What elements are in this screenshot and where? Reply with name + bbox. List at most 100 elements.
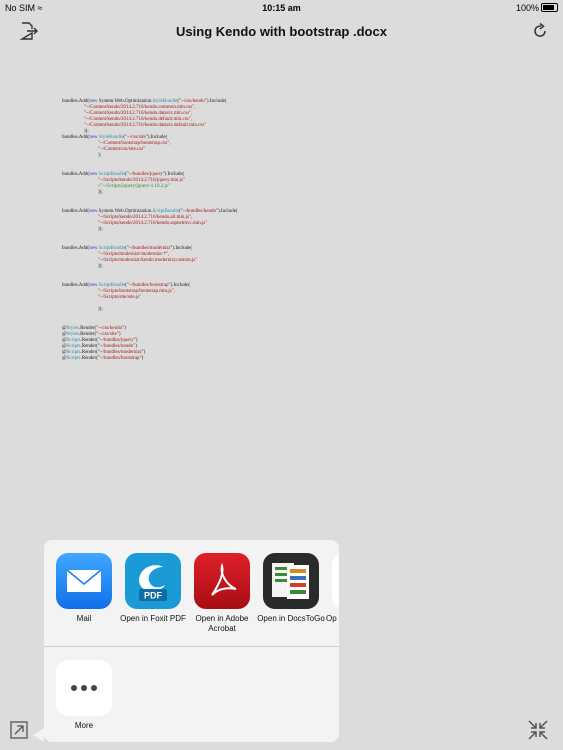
share-apps-row: Mail PDF Open in Foxit PDF Open in Adobe… bbox=[44, 540, 339, 647]
partial-app-icon bbox=[332, 553, 339, 609]
code-token: System.Web.Optimization. bbox=[97, 209, 153, 214]
code-token: ~/bundles/kendo bbox=[182, 209, 216, 214]
code-token: ~/bundles/bootstrap bbox=[99, 356, 140, 361]
code-block: bundles.Add(new ScriptBundle("~/bundles/… bbox=[62, 246, 362, 270]
code-token: ~/css/site bbox=[127, 135, 146, 140]
code-token: )); bbox=[98, 307, 103, 312]
code-block: bundles.Add(new System.Web.Optimization.… bbox=[62, 209, 362, 233]
share-docstogo-button[interactable]: Open in DocsToGo bbox=[256, 553, 326, 624]
battery-icon bbox=[541, 3, 558, 12]
code-token: bundles.Add( bbox=[62, 135, 90, 140]
code-token: ~/bundles/bootstrap bbox=[128, 283, 169, 288]
code-token: "~/Content/kendo/2014.2.716/kendo.datavi… bbox=[84, 123, 207, 128]
code-token: ~/bundles/jquery bbox=[99, 338, 134, 343]
app-label: Op bbox=[326, 614, 337, 623]
code-token: ") bbox=[141, 350, 146, 355]
code-token: ~/bundles/kendo bbox=[99, 344, 134, 349]
battery-status: 100% bbox=[516, 3, 558, 13]
code-token: ~/css/kendo bbox=[98, 326, 123, 331]
code-token: ").Include( bbox=[215, 209, 238, 214]
navigation-bar: Using Kendo with bootstrap .docx bbox=[0, 16, 563, 46]
code-token: ScriptBundle bbox=[152, 209, 179, 214]
code-token: ScriptBundle bbox=[98, 246, 126, 251]
code-block: bundles.Add(new System.Web.Optimization.… bbox=[62, 99, 362, 159]
code-token: ").Include( bbox=[204, 99, 227, 104]
code-token: "~/Scripts/site/site.js" bbox=[98, 295, 142, 300]
document-title: Using Kendo with bootstrap .docx bbox=[176, 24, 387, 39]
code-token: ~/bundles/jquery bbox=[128, 172, 163, 177]
code-line: ); bbox=[62, 153, 362, 159]
code-token: ") bbox=[133, 344, 137, 349]
code-token: )); bbox=[98, 264, 103, 269]
code-token: StyleBundle bbox=[98, 135, 124, 140]
foxit-pdf-icon: PDF bbox=[125, 553, 181, 609]
code-token: //"~/Scripts/jquery/jquery-1.10.2.js" bbox=[98, 184, 170, 189]
code-token: ScriptBundle bbox=[98, 172, 126, 177]
refresh-icon[interactable] bbox=[531, 22, 549, 40]
code-token: "~/Scripts/kendo/2014.2.716/kendo.aspnet… bbox=[98, 221, 208, 226]
code-token: ~/css/kendo bbox=[181, 99, 205, 104]
share-sheet: Mail PDF Open in Foxit PDF Open in Adobe… bbox=[44, 540, 339, 742]
code-token: .Render(" bbox=[80, 356, 100, 361]
collapse-icon[interactable] bbox=[527, 719, 549, 741]
code-token: ") bbox=[139, 356, 144, 361]
code-token: ~/bundles/modernizr bbox=[128, 246, 171, 251]
code-token: "~/Scripts/kendo/2014.2.716/jquery.min.j… bbox=[98, 178, 186, 183]
more-label: More bbox=[74, 721, 94, 730]
code-token: Styles bbox=[66, 332, 79, 337]
svg-text:PDF: PDF bbox=[144, 591, 163, 601]
share-mail-button[interactable]: Mail bbox=[49, 553, 119, 624]
status-time: 10:15 am bbox=[262, 3, 301, 13]
code-token: Scripts bbox=[66, 350, 81, 355]
code-token: "~/Scripts/modernizr/kendo.modernizr.cus… bbox=[98, 258, 198, 263]
code-token: .Render(" bbox=[80, 344, 100, 349]
code-token: .Render(" bbox=[78, 332, 99, 337]
code-token: ") bbox=[133, 338, 138, 343]
code-line: )); bbox=[62, 307, 362, 313]
share-sheet-arrow bbox=[33, 728, 44, 742]
app-label: Open in Foxit PDF bbox=[120, 614, 186, 623]
code-token: "~/Content/kendo/2014.2.716/kendo.datavi… bbox=[84, 111, 193, 116]
code-block: @Styles.Render("~/css/kendo") @Styles.Ren… bbox=[62, 326, 362, 362]
code-token: "~/Scripts/kendo/2014.2.716/kendo.all.mi… bbox=[98, 215, 193, 220]
code-token: ); bbox=[98, 153, 102, 158]
share-adobe-button[interactable]: Open in Adobe Acrobat bbox=[187, 553, 257, 634]
share-actions-row: More bbox=[44, 647, 339, 742]
more-dots-icon bbox=[56, 660, 112, 716]
code-line: )); bbox=[62, 227, 362, 233]
code-token: .Render(" bbox=[78, 326, 99, 331]
code-token: "~/Content/bootstrap/bootstrap.css", bbox=[98, 141, 171, 146]
code-token: Scripts bbox=[66, 344, 81, 349]
code-token: "~/Content/css/site.css" bbox=[98, 147, 146, 152]
code-token: "~/Content/kendo/2014.2.716/kendo.common… bbox=[84, 105, 196, 110]
code-token: StyleBundle bbox=[152, 99, 178, 104]
app-label: Mail bbox=[76, 614, 92, 623]
open-in-icon[interactable] bbox=[9, 720, 29, 740]
code-token: bundles.Add( bbox=[62, 246, 90, 251]
code-line: )); bbox=[62, 190, 362, 196]
docstogo-icon bbox=[263, 553, 319, 609]
code-line: )); bbox=[62, 264, 362, 270]
mail-icon bbox=[56, 553, 112, 609]
code-token: ~/css/site bbox=[98, 332, 117, 337]
code-token: bundles.Add( bbox=[62, 283, 90, 288]
code-token: .Render(" bbox=[80, 338, 100, 343]
code-token: "~/Scripts/bootstrap/bootstrap.min.js", bbox=[98, 289, 175, 294]
code-token: "~/Scripts/modernizr/modernizr-*", bbox=[98, 252, 170, 257]
code-token: bundles.Add( bbox=[62, 172, 90, 177]
status-bar: No SIM ≈ 10:15 am 100% bbox=[0, 0, 563, 16]
code-token: Styles bbox=[66, 326, 79, 331]
share-partial-app-button[interactable]: Op bbox=[325, 553, 339, 624]
share-foxit-button[interactable]: PDF Open in Foxit PDF bbox=[118, 553, 188, 624]
code-block: bundles.Add(new ScriptBundle("~/bundles/… bbox=[62, 283, 362, 313]
code-token: "~/Content/kendo/2014.2.716/kendo.defaul… bbox=[84, 117, 192, 122]
code-token: )); bbox=[98, 227, 103, 232]
code-block: bundles.Add(new ScriptBundle("~/bundles/… bbox=[62, 172, 362, 196]
adobe-acrobat-icon bbox=[194, 553, 250, 609]
code-token: ") bbox=[116, 332, 121, 337]
code-token: bundles.Add( bbox=[62, 99, 90, 104]
document-content: bundles.Add(new System.Web.Optimization.… bbox=[62, 99, 362, 375]
share-more-button[interactable]: More bbox=[49, 660, 119, 731]
code-token: ScriptBundle bbox=[98, 283, 126, 288]
